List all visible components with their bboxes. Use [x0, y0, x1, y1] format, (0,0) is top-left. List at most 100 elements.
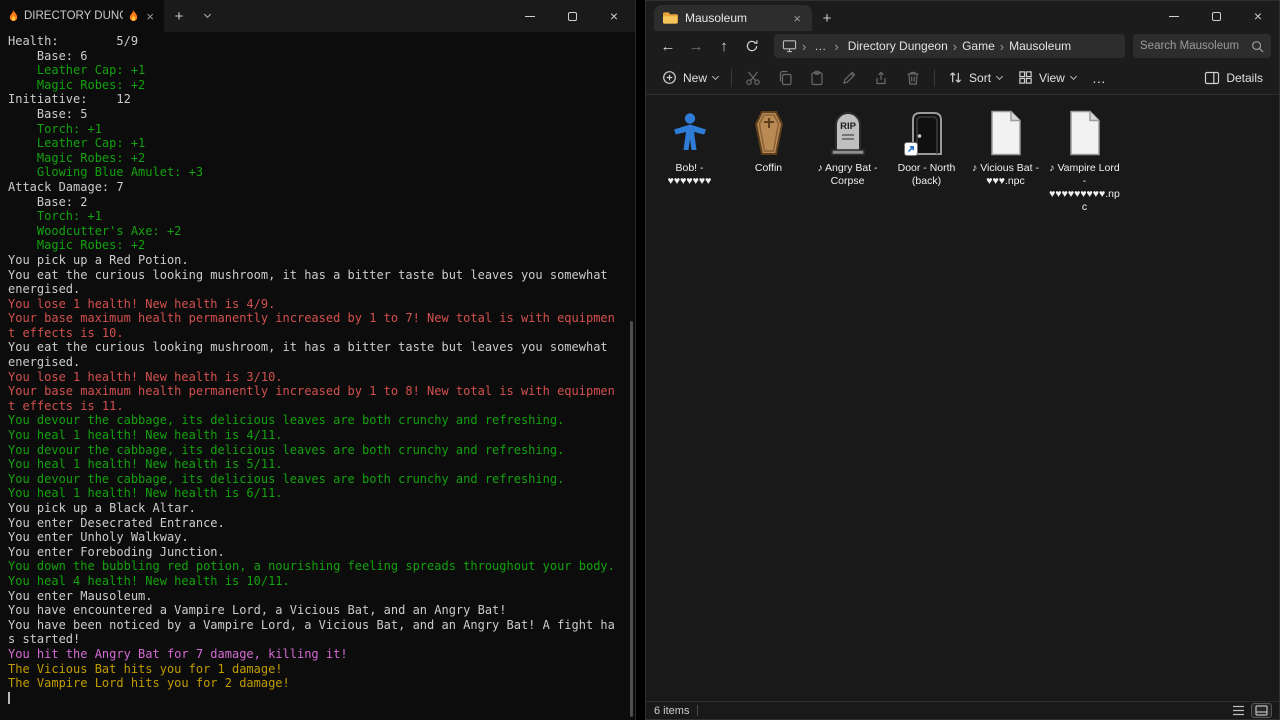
share-icon [873, 70, 889, 86]
explorer-navbar: ← → ↑ › … › Directory Dungeon›Game›Mauso… [646, 31, 1279, 61]
file-item[interactable]: Door - North (back) [888, 103, 966, 193]
sort-button[interactable]: Sort [940, 64, 1010, 92]
terminal-line: You have encountered a Vampire Lord, a V… [8, 603, 625, 618]
terminal-window-controls: × [509, 0, 635, 32]
fire-icon [8, 10, 19, 23]
minimize-icon [525, 16, 535, 17]
explorer-tab[interactable]: Mausoleum × [654, 5, 812, 31]
copy-button[interactable] [769, 64, 801, 92]
tab-dropdown-button[interactable] [194, 0, 220, 32]
details-button[interactable]: Details [1196, 64, 1271, 92]
terminal-line: You enter Mausoleum. [8, 589, 625, 604]
document-icon [1067, 110, 1103, 156]
toolbar-divider [934, 69, 935, 87]
terminal-line: You heal 1 health! New health is 6/11. [8, 486, 625, 501]
file-icon [902, 108, 952, 158]
terminal-scrollbar[interactable] [628, 32, 635, 720]
file-label: Door - North (back) [890, 162, 964, 188]
scrollbar-thumb[interactable] [630, 321, 633, 717]
tombstone-icon: RIP [826, 110, 870, 156]
view-thumbnails-button[interactable] [1252, 704, 1271, 717]
view-list-button[interactable] [1229, 704, 1248, 717]
file-item[interactable]: ♪ Vampire Lord - ♥♥♥♥♥♥♥♥♥.npc [1046, 103, 1124, 219]
svg-text:RIP: RIP [840, 121, 857, 132]
breadcrumb-item[interactable]: Mausoleum [1005, 39, 1075, 53]
file-item[interactable]: Coffin [730, 103, 808, 180]
terminal-line: You enter Desecrated Entrance. [8, 516, 625, 531]
terminal-body[interactable]: Health: 5/9 Base: 6 Leather Cap: +1 Magi… [0, 32, 635, 720]
trash-icon [905, 70, 921, 86]
file-icon [665, 108, 715, 158]
explorer-statusbar: 6 items [646, 701, 1279, 719]
terminal-line: You devour the cabbage, its delicious le… [8, 413, 625, 428]
terminal-cursor [8, 692, 10, 704]
terminal-line: You pick up a Black Altar. [8, 501, 625, 516]
breadcrumb-item[interactable]: Directory Dungeon [844, 39, 952, 53]
terminal-line: Woodcutter's Axe: +2 [8, 224, 625, 239]
new-tab-button[interactable]: + [164, 0, 194, 32]
view-button[interactable]: View [1010, 64, 1084, 92]
shortcut-arrow-icon [905, 143, 917, 155]
tab-close-icon[interactable]: × [790, 11, 804, 26]
file-label: ♪ Vampire Lord - ♥♥♥♥♥♥♥♥♥.npc [1048, 162, 1122, 214]
paste-button[interactable] [801, 64, 833, 92]
explorer-titlebar: Mausoleum × + × [646, 1, 1279, 31]
minimize-button[interactable] [1153, 1, 1195, 31]
close-button[interactable]: × [1237, 1, 1279, 31]
terminal-line: You pick up a Red Potion. [8, 253, 625, 268]
file-icon [1060, 108, 1110, 158]
file-item[interactable]: RIP ♪ Angry Bat - Corpse [809, 103, 887, 193]
share-button[interactable] [865, 64, 897, 92]
rename-icon [841, 70, 857, 86]
new-button[interactable]: New [654, 64, 726, 92]
terminal-tab-title: DIRECTORY DUNGEON [24, 10, 123, 22]
terminal-window: DIRECTORY DUNGEON × + × Health: 5/9 Base… [0, 0, 636, 720]
sort-arrows-icon [948, 70, 963, 85]
more-options-button[interactable]: … [1084, 64, 1115, 92]
breadcrumb-separator: › [801, 39, 807, 54]
search-input[interactable]: Search Mausoleum [1133, 34, 1271, 58]
maximize-button[interactable] [551, 0, 593, 32]
view-button-label: View [1039, 71, 1065, 85]
file-icon [981, 108, 1031, 158]
terminal-line: You hit the Angry Bat for 7 damage, kill… [8, 647, 625, 662]
breadcrumb-separator: › [833, 39, 839, 54]
terminal-line: You heal 4 health! New health is 10/11. [8, 574, 625, 589]
terminal-line: You lose 1 health! New health is 4/9. [8, 297, 625, 312]
address-bar[interactable]: › … › Directory Dungeon›Game›Mausoleum [774, 34, 1125, 58]
file-item[interactable]: Bob! - ♥♥♥♥♥♥♥ [651, 103, 729, 193]
terminal-line: Torch: +1 [8, 209, 625, 224]
delete-button[interactable] [897, 64, 929, 92]
terminal-line: Attack Damage: 7 [8, 180, 625, 195]
toolbar-divider [731, 69, 732, 87]
scissors-icon [745, 70, 761, 86]
minimize-button[interactable] [509, 0, 551, 32]
forward-button[interactable]: → [682, 33, 710, 59]
back-button[interactable]: ← [654, 33, 682, 59]
folder-icon [662, 11, 678, 25]
refresh-button[interactable] [738, 33, 766, 59]
up-button[interactable]: ↑ [710, 33, 738, 59]
terminal-line: You devour the cabbage, its delicious le… [8, 472, 625, 487]
close-button[interactable]: × [593, 0, 635, 32]
new-button-label: New [683, 71, 707, 85]
list-view-icon [1232, 705, 1245, 716]
breadcrumb-item[interactable]: Game [958, 39, 999, 53]
terminal-line: t effects is 11. [8, 399, 625, 414]
tab-close-icon[interactable]: × [144, 9, 156, 24]
maximize-button[interactable] [1195, 1, 1237, 31]
terminal-line: Leather Cap: +1 [8, 63, 625, 78]
cut-button[interactable] [737, 64, 769, 92]
terminal-line: You enter Unholy Walkway. [8, 530, 625, 545]
new-tab-button[interactable]: + [812, 5, 842, 31]
chevron-down-icon [712, 72, 719, 79]
rename-button[interactable] [833, 64, 865, 92]
terminal-line: You devour the cabbage, its delicious le… [8, 443, 625, 458]
terminal-tab[interactable]: DIRECTORY DUNGEON × [0, 0, 164, 32]
terminal-line: You have been noticed by a Vampire Lord,… [8, 618, 625, 633]
terminal-line: Leather Cap: +1 [8, 136, 625, 151]
explorer-content[interactable]: Bob! - ♥♥♥♥♥♥♥ Coffin RIP ♪ Angry Bat - [646, 95, 1279, 701]
file-item[interactable]: ♪ Vicious Bat - ♥♥♥.npc [967, 103, 1045, 193]
breadcrumb-ellipsis[interactable]: … [811, 39, 829, 53]
terminal-line: energised. [8, 355, 625, 370]
